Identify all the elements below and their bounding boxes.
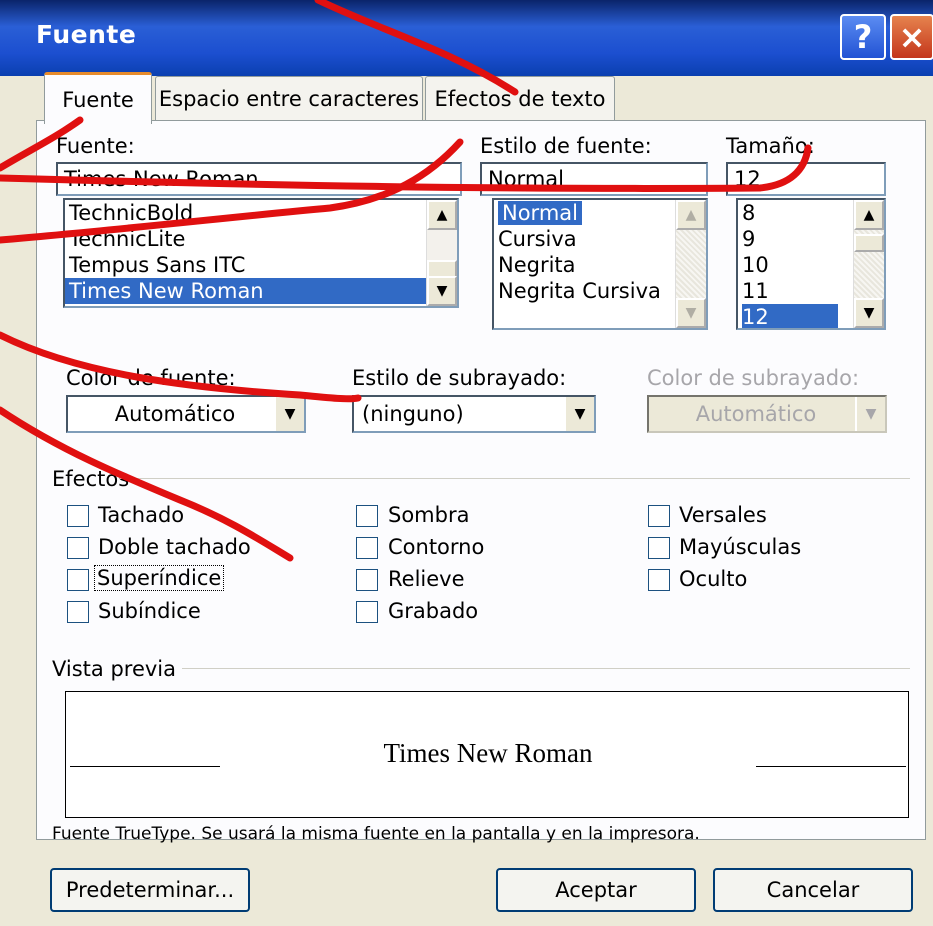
checkbox-superindice[interactable]	[67, 569, 89, 591]
checkbox-label: Relieve	[388, 567, 465, 591]
preview-box: Times New Roman	[65, 691, 909, 818]
tab-fuente[interactable]: Fuente	[44, 72, 152, 124]
list-item[interactable]: TechnicLite	[65, 226, 457, 252]
scroll-thumb[interactable]	[854, 234, 884, 252]
scroll-down-icon[interactable]: ▼	[427, 276, 457, 306]
size-list[interactable]: 8 9 10 11 12 ▲ ▼	[736, 198, 886, 330]
underline-color-label: Color de subrayado:	[647, 366, 860, 390]
window-title: Fuente	[36, 20, 137, 49]
list-item[interactable]: Tempus Sans ITC	[65, 252, 457, 278]
checkbox-contorno[interactable]	[356, 537, 378, 559]
underline-color-select: Automático ▼	[647, 395, 887, 433]
scroll-down-icon[interactable]: ▼	[854, 298, 884, 328]
list-item-selected[interactable]: Times New Roman	[65, 278, 457, 304]
scroll-down-icon[interactable]: ▼	[676, 298, 706, 328]
size-scrollbar[interactable]: ▲ ▼	[853, 200, 884, 328]
checkbox-tachado[interactable]	[67, 505, 89, 527]
checkbox-label: Contorno	[388, 535, 485, 559]
font-style-label: Estilo de fuente:	[480, 134, 652, 158]
effects-label: Efectos	[52, 467, 130, 491]
size-input[interactable]: 12	[726, 162, 886, 196]
font-style-list[interactable]: Normal Cursiva Negrita Negrita Cursiva ▲…	[492, 198, 708, 330]
checkbox-label: Tachado	[98, 503, 185, 527]
checkbox-label: Subíndice	[98, 599, 201, 623]
title-bar[interactable]	[0, 0, 933, 76]
close-button[interactable]: ×	[890, 14, 933, 60]
checkbox-label: Mayúsculas	[679, 535, 802, 559]
checkbox-subindice[interactable]	[67, 601, 89, 623]
list-item-selected[interactable]: 12	[738, 304, 842, 328]
checkbox-label: Doble tachado	[98, 535, 251, 559]
checkbox-mayusculas[interactable]	[648, 537, 670, 559]
checkbox-label: Superíndice	[94, 565, 225, 591]
checkbox-relieve[interactable]	[356, 569, 378, 591]
checkbox-label: Grabado	[388, 599, 479, 623]
font-color-select[interactable]: Automático ▼	[66, 395, 306, 433]
ok-button[interactable]: Aceptar	[496, 868, 696, 912]
list-item[interactable]: TechnicBold	[65, 200, 457, 226]
preview-line-right	[756, 766, 906, 767]
chevron-down-icon: ▼	[855, 397, 885, 431]
checkbox-grabado[interactable]	[356, 601, 378, 623]
checkbox-label: Versales	[679, 503, 767, 527]
scroll-up-icon[interactable]: ▲	[854, 200, 884, 230]
font-label: Fuente:	[56, 134, 135, 158]
preview-label: Vista previa	[52, 657, 177, 681]
cancel-button[interactable]: Cancelar	[713, 868, 913, 912]
tab-efectos-de-texto[interactable]: Efectos de texto	[425, 76, 615, 120]
scroll-up-icon[interactable]: ▲	[427, 200, 457, 230]
font-scrollbar[interactable]: ▲ ▼	[426, 200, 457, 306]
font-color-label: Color de fuente:	[66, 366, 236, 390]
checkbox-doble-tachado[interactable]	[67, 537, 89, 559]
list-item-selected[interactable]: Normal	[494, 200, 668, 226]
font-list[interactable]: TechnicBold TechnicLite Tempus Sans ITC …	[63, 198, 459, 308]
effects-divider	[120, 478, 910, 479]
checkbox-versales[interactable]	[648, 505, 670, 527]
preview-sample-text: Times New Roman	[383, 738, 593, 768]
chevron-down-icon[interactable]: ▼	[564, 397, 594, 431]
font-input[interactable]: Times New Roman	[56, 162, 462, 196]
underline-style-label: Estilo de subrayado:	[352, 366, 567, 390]
tab-espacio-entre-caracteres[interactable]: Espacio entre caracteres	[155, 76, 423, 120]
default-button[interactable]: Predeterminar...	[50, 868, 250, 912]
scroll-up-icon[interactable]: ▲	[676, 200, 706, 230]
checkbox-sombra[interactable]	[356, 505, 378, 527]
size-label: Tamaño:	[726, 134, 815, 158]
close-icon: ×	[898, 18, 926, 56]
preview-note: Fuente TrueType. Se usará la misma fuent…	[52, 824, 700, 844]
underline-style-select[interactable]: (ninguno) ▼	[352, 395, 596, 433]
font-style-input[interactable]: Normal	[480, 162, 708, 196]
preview-divider	[182, 668, 910, 669]
chevron-down-icon[interactable]: ▼	[274, 397, 304, 431]
style-scrollbar[interactable]: ▲ ▼	[675, 200, 706, 328]
help-button[interactable]: ?	[840, 14, 886, 60]
checkbox-label: Oculto	[679, 567, 748, 591]
checkbox-label: Sombra	[388, 503, 470, 527]
checkbox-oculto[interactable]	[648, 569, 670, 591]
